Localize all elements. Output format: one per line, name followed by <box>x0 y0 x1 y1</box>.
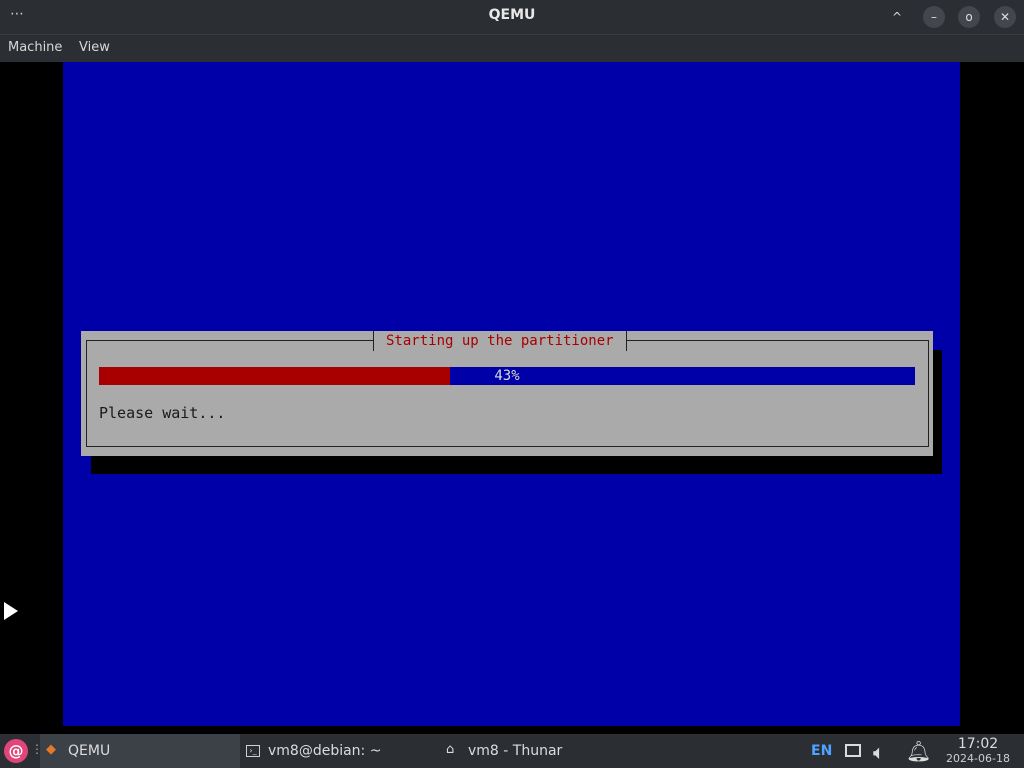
mouse-cursor-icon <box>4 602 18 620</box>
task-label: QEMU <box>68 743 111 759</box>
menu-view[interactable]: View <box>79 40 110 55</box>
keyboard-layout-indicator[interactable]: EN <box>811 743 832 759</box>
status-message: Please wait... <box>99 404 226 422</box>
bell-icon[interactable]: 🔔︎ <box>906 739 931 763</box>
volume-icon[interactable]: 🔈︎ <box>873 740 885 764</box>
minimize-button[interactable]: – <box>923 6 945 28</box>
task-label: vm8 - Thunar <box>468 743 563 759</box>
dialog-frame <box>86 340 929 447</box>
progress-bar: 43% <box>99 367 915 385</box>
taskbar: @ ⋮ ◆ QEMU ›_ vm8@debian: ~ ⌂ vm8 - Thun… <box>0 734 1024 768</box>
clock-time: 17:02 <box>957 736 999 752</box>
task-label: vm8@debian: ~ <box>268 743 382 759</box>
qemu-icon: ◆ <box>46 742 56 757</box>
task-thunar[interactable]: ⌂ vm8 - Thunar <box>440 734 640 768</box>
maximize-button[interactable]: o <box>958 6 980 28</box>
network-icon[interactable] <box>845 744 861 757</box>
clock-date: 2024-06-18 <box>946 752 1010 765</box>
partitioner-dialog: Starting up the partitioner 43% Please w… <box>81 331 933 456</box>
task-terminal[interactable]: ›_ vm8@debian: ~ <box>240 734 438 768</box>
window-title: QEMU <box>488 7 536 23</box>
clock[interactable]: 17:02 2024-06-18 <box>938 736 1018 766</box>
terminal-icon: ›_ <box>246 742 260 757</box>
progress-percent: 43% <box>494 368 520 384</box>
menu-bar: Machine View <box>0 34 1024 62</box>
menu-machine[interactable]: Machine <box>8 40 62 55</box>
close-button[interactable]: ✕ <box>994 6 1016 28</box>
dialog-title: Starting up the partitioner <box>373 331 627 351</box>
task-qemu[interactable]: ◆ QEMU <box>40 734 240 768</box>
window-titlebar: ⋯ QEMU ^ – o ✕ <box>0 0 1024 34</box>
home-folder-icon: ⌂ <box>446 742 455 757</box>
chevron-up-icon[interactable]: ^ <box>886 6 908 28</box>
debian-swirl-icon[interactable]: @ <box>4 739 28 763</box>
